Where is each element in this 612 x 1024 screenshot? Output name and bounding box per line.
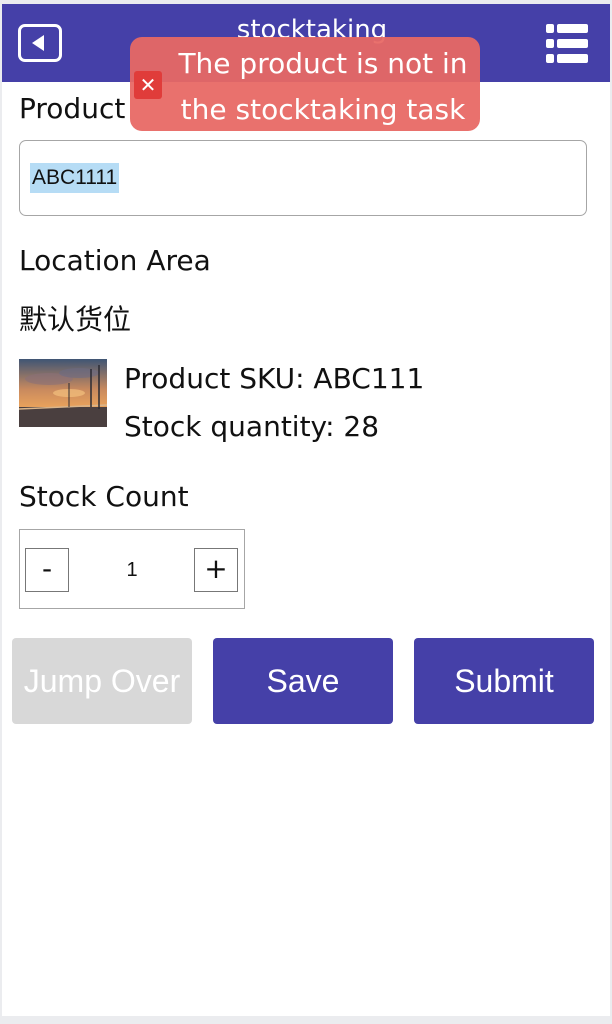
back-arrow-icon[interactable] (18, 24, 62, 62)
decrement-button[interactable]: - (25, 548, 69, 592)
stocktaking-page: stocktaking Product ABC1111 Location Are… (2, 4, 610, 1016)
close-icon: ✕ (134, 71, 162, 99)
error-toast-message: The product is not in the stocktaking ta… (178, 47, 468, 126)
stock-count-stepper: - 1 + (19, 529, 245, 609)
product-input-field[interactable]: ABC1111 (19, 140, 587, 216)
location-area-value: 默认货位 (19, 303, 132, 336)
stock-count-value[interactable]: 1 (80, 554, 184, 586)
stock-quantity-text: Stock quantity: 28 (124, 410, 380, 443)
list-menu-icon[interactable] (546, 24, 588, 64)
product-thumbnail (19, 359, 107, 427)
error-toast: ✕ The product is not in the stocktaking … (130, 37, 480, 131)
location-area-label: Location Area (19, 244, 211, 277)
product-label: Product (19, 92, 126, 125)
save-button[interactable]: Save (213, 638, 393, 724)
jump-over-button[interactable]: Jump Over (12, 638, 192, 724)
increment-button[interactable]: + (194, 548, 238, 592)
submit-button[interactable]: Submit (414, 638, 594, 724)
stock-count-label: Stock Count (19, 480, 189, 513)
product-input-selected-text[interactable]: ABC1111 (30, 163, 120, 193)
product-sku-text: Product SKU: ABC111 (124, 362, 425, 395)
